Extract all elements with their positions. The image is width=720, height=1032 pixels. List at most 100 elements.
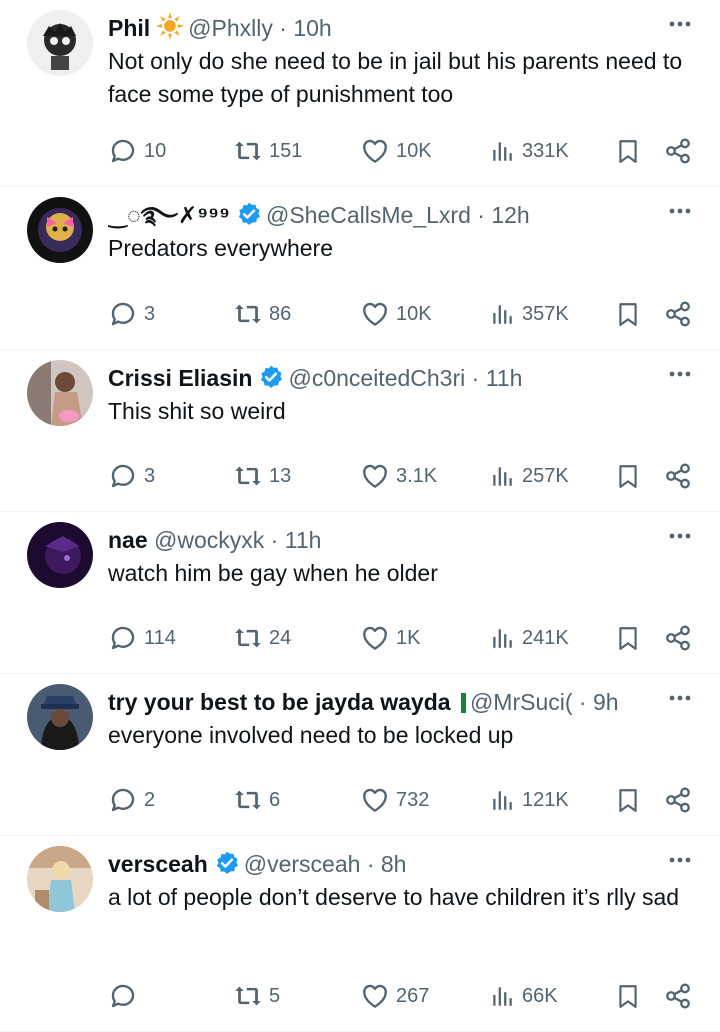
display-name[interactable]: try your best to be jayda wayda: [108, 689, 451, 715]
share-icon: [664, 300, 692, 328]
avatar[interactable]: [27, 846, 93, 912]
view-count: 257K: [522, 464, 569, 487]
repost-button[interactable]: 6: [233, 783, 280, 817]
avatar[interactable]: [27, 360, 93, 426]
action-bar: 3 13 3.1K 257K: [108, 459, 692, 493]
avatar[interactable]: [27, 10, 93, 76]
verified-icon: [214, 850, 240, 876]
reply-count: 114: [144, 626, 176, 649]
bookmark-button[interactable]: [615, 134, 641, 168]
repost-button[interactable]: 13: [233, 459, 291, 493]
user-handle[interactable]: @MrSuci(: [470, 689, 573, 715]
reply-button[interactable]: [108, 979, 144, 1013]
action-bar: 5 267 66K: [108, 979, 692, 1013]
post-time[interactable]: 12h: [491, 202, 529, 228]
display-name[interactable]: nae: [108, 527, 148, 553]
views-icon: [490, 787, 516, 813]
user-handle[interactable]: @versceah: [244, 851, 361, 877]
avatar[interactable]: [27, 197, 93, 263]
user-handle[interactable]: @wockyxk: [154, 527, 264, 553]
post-time[interactable]: 11h: [285, 527, 322, 553]
bookmark-button[interactable]: [615, 783, 641, 817]
user-handle[interactable]: @Phxlly: [188, 15, 273, 41]
display-name[interactable]: Phil: [108, 15, 150, 41]
post-time[interactable]: 11h: [486, 365, 523, 391]
repost-button[interactable]: 24: [233, 621, 291, 655]
share-button[interactable]: [664, 783, 692, 817]
more-icon[interactable]: [666, 850, 694, 870]
views-button[interactable]: 357K: [490, 297, 569, 331]
bookmark-button[interactable]: [615, 979, 641, 1013]
repost-icon: [233, 785, 263, 815]
avatar[interactable]: [27, 522, 93, 588]
avatar[interactable]: [27, 684, 93, 750]
repost-count: 86: [269, 302, 292, 325]
separator: ·: [477, 202, 485, 228]
bookmark-button[interactable]: [615, 459, 641, 493]
post-header: versceah @versceah · 8h: [108, 848, 660, 880]
repost-button[interactable]: 151: [233, 134, 302, 168]
more-icon[interactable]: [666, 526, 694, 546]
reply-button[interactable]: 10: [108, 134, 166, 168]
reply-post[interactable]: ‿◌࿐✗⁹⁹⁹ @SheCallsMe_Lxrd · 12h Predators …: [0, 187, 720, 350]
share-icon: [664, 786, 692, 814]
user-handle[interactable]: @SheCallsMe_Lxrd: [266, 202, 471, 228]
post-text: Not only do she need to be in jail but h…: [108, 48, 683, 107]
repost-count: 151: [269, 139, 303, 162]
display-name[interactable]: versceah: [108, 851, 208, 877]
repost-button[interactable]: 86: [233, 297, 291, 331]
post-header: nae @wockyxk · 11h: [108, 524, 660, 556]
views-icon: [490, 983, 516, 1009]
reply-post[interactable]: versceah @versceah · 8h a lot of people d…: [0, 836, 720, 1032]
like-button[interactable]: 10K: [360, 134, 432, 168]
more-icon[interactable]: [666, 14, 694, 34]
display-name[interactable]: ‿◌࿐✗⁹⁹⁹: [108, 202, 230, 228]
reply-post[interactable]: Crissi Eliasin @c0nceitedCh3ri · 11h This…: [0, 350, 720, 512]
reply-post[interactable]: nae @wockyxk · 11h watch him be gay when…: [0, 512, 720, 674]
share-button[interactable]: [664, 297, 692, 331]
views-button[interactable]: 331K: [490, 134, 569, 168]
reply-count: 3: [144, 302, 156, 325]
views-button[interactable]: 121K: [490, 783, 569, 817]
views-button[interactable]: 241K: [490, 621, 569, 655]
more-icon[interactable]: [666, 364, 694, 384]
views-button[interactable]: 66K: [490, 979, 558, 1013]
bookmark-button[interactable]: [615, 621, 641, 655]
views-button[interactable]: 257K: [490, 459, 569, 493]
like-button[interactable]: 267: [360, 979, 429, 1013]
repost-count: 6: [269, 788, 281, 811]
post-time[interactable]: 8h: [381, 851, 407, 877]
display-name[interactable]: Crissi Eliasin: [108, 365, 252, 391]
share-button[interactable]: [664, 621, 692, 655]
reply-post[interactable]: try your best to be jayda wayda @MrSuci(…: [0, 674, 720, 836]
user-handle[interactable]: @c0nceitedCh3ri: [288, 365, 465, 391]
action-bar: 114 24 1K 241K: [108, 621, 692, 655]
repost-icon: [233, 623, 263, 653]
share-icon: [664, 462, 692, 490]
like-button[interactable]: 1K: [360, 621, 420, 655]
post-text: This shit so weird: [108, 398, 286, 424]
post-time[interactable]: 9h: [593, 689, 619, 715]
post-header: Phil @Phxlly · 10h: [108, 12, 660, 44]
bookmark-button[interactable]: [615, 297, 641, 331]
repost-button[interactable]: 5: [233, 979, 280, 1013]
reply-button[interactable]: 2: [108, 783, 155, 817]
separator: ·: [279, 15, 287, 41]
like-button[interactable]: 732: [360, 783, 429, 817]
like-count: 10K: [396, 302, 432, 325]
share-button[interactable]: [664, 979, 692, 1013]
share-button[interactable]: [664, 134, 692, 168]
like-count: 1K: [396, 626, 421, 649]
reply-button[interactable]: 114: [108, 621, 176, 655]
post-time[interactable]: 10h: [293, 15, 331, 41]
share-button[interactable]: [664, 459, 692, 493]
reply-button[interactable]: 3: [108, 459, 155, 493]
more-icon[interactable]: [666, 688, 694, 708]
more-icon[interactable]: [666, 201, 694, 221]
reply-button[interactable]: 3: [108, 297, 155, 331]
sun-badge-icon: [156, 12, 184, 40]
like-button[interactable]: 10K: [360, 297, 432, 331]
like-button[interactable]: 3.1K: [360, 459, 437, 493]
like-count: 267: [396, 984, 430, 1007]
reply-post[interactable]: Phil @Phxlly · 10h Not only do she need t…: [0, 0, 720, 187]
